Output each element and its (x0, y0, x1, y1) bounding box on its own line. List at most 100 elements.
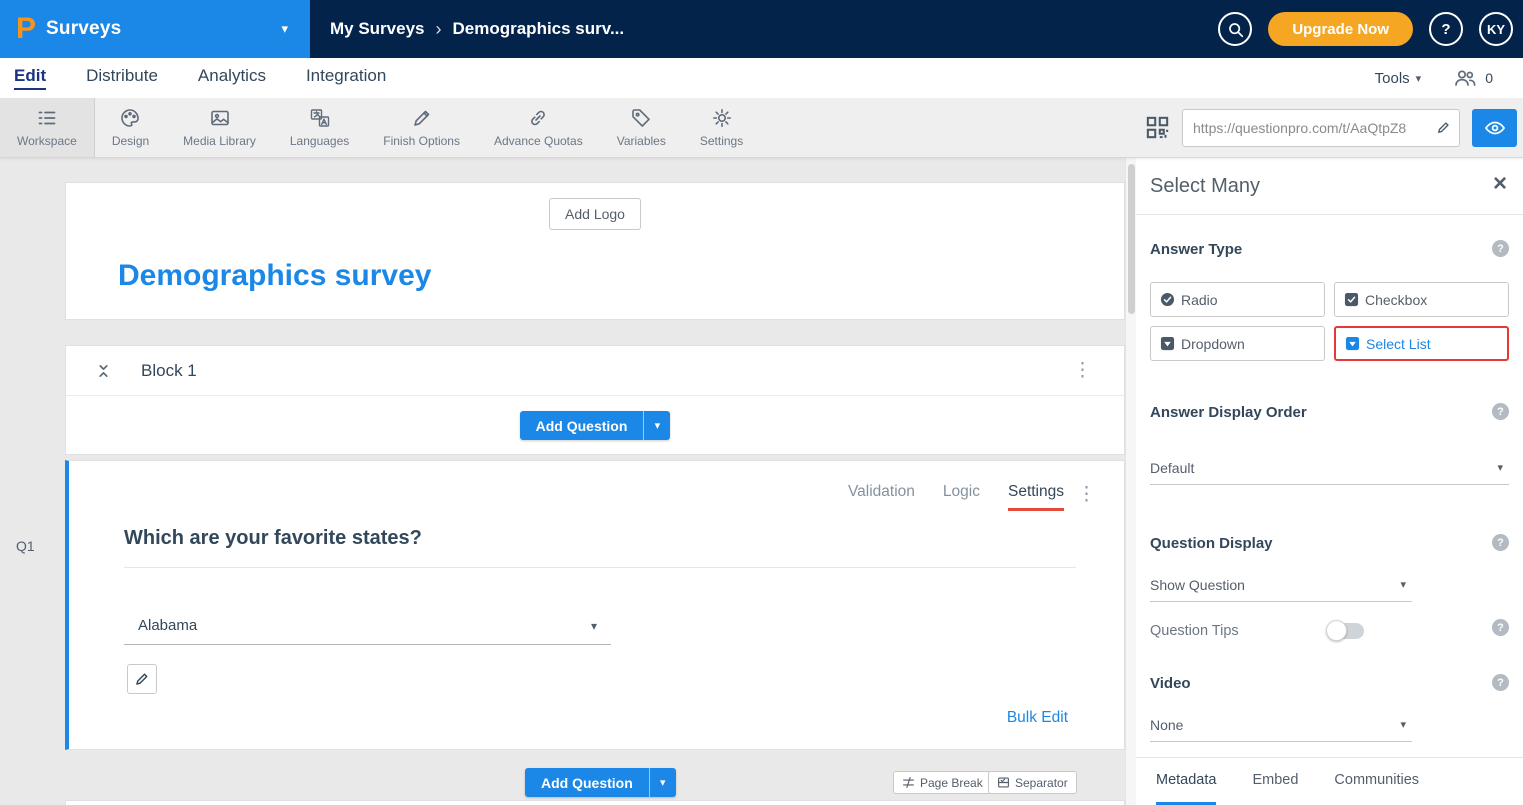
question-tips-row: Question Tips ? (1150, 620, 1509, 642)
question-tips-toggle[interactable] (1328, 623, 1364, 639)
tools-menu[interactable]: Tools ▾ (1375, 70, 1422, 87)
toolbar-item-label: Media Library (183, 134, 256, 148)
tab-integration[interactable]: Integration (306, 66, 386, 90)
add-question-split-button: Add Question ▾ (520, 411, 671, 440)
product-switcher[interactable]: P Surveys ▾ (0, 0, 310, 58)
answer-type-section: Answer Type ? Radio Checkbox (1150, 241, 1509, 361)
answer-type-radio[interactable]: Radio (1150, 282, 1325, 317)
tab-settings[interactable]: Settings (1008, 483, 1064, 511)
page-break-button[interactable]: Page Break (893, 771, 992, 794)
chevron-down-icon: ▾ (1416, 72, 1422, 85)
add-question-dropdown[interactable]: ▾ (649, 768, 676, 797)
help-icon[interactable]: ? (1492, 403, 1509, 420)
answer-select-value: Alabama (138, 617, 197, 634)
toggle-knob (1326, 620, 1347, 641)
toolbar-item-settings[interactable]: Settings (683, 98, 760, 157)
add-question-row: Add Question ▾ (66, 396, 1124, 455)
translate-icon (309, 107, 331, 129)
toolbar-item-finish-options[interactable]: Finish Options (366, 98, 477, 157)
question-text[interactable]: Which are your favorite states? (124, 527, 422, 550)
scrollbar-thumb[interactable] (1128, 164, 1135, 314)
toolbar-item-label: Advance Quotas (494, 134, 583, 148)
answer-type-options: Radio Checkbox Dropdown (1150, 282, 1509, 361)
tab-logic[interactable]: Logic (943, 483, 980, 511)
tab-validation[interactable]: Validation (848, 483, 915, 511)
survey-url-input[interactable] (1193, 120, 1430, 136)
preview-button[interactable] (1472, 109, 1517, 147)
panel-bottom-tabs: Metadata Embed Communities (1136, 757, 1523, 805)
survey-title[interactable]: Demographics survey (118, 259, 431, 293)
collapse-block-icon[interactable] (96, 363, 111, 379)
select-list-icon (1345, 336, 1360, 351)
upgrade-now-button[interactable]: Upgrade Now (1268, 12, 1413, 46)
answer-type-select-list[interactable]: Select List (1334, 326, 1509, 361)
edit-answers-button[interactable] (127, 664, 157, 694)
editor-toolbar: Workspace Design Media Library Languages… (0, 98, 1523, 158)
survey-link-box (1182, 109, 1460, 147)
search-icon (1227, 21, 1244, 38)
block-card: Block 1 ⋮ Add Question ▾ (65, 345, 1125, 455)
add-question-button[interactable]: Add Question (520, 411, 644, 440)
search-button[interactable] (1218, 12, 1252, 46)
block-menu-kebab-icon[interactable]: ⋮ (1073, 361, 1092, 380)
collaborator-count: 0 (1485, 70, 1493, 86)
answer-type-option-label: Checkbox (1365, 292, 1427, 308)
toolbar-item-media-library[interactable]: Media Library (166, 98, 273, 157)
toolbar-item-label: Finish Options (383, 134, 460, 148)
answer-type-checkbox[interactable]: Checkbox (1334, 282, 1509, 317)
top-navbar: P Surveys ▾ My Surveys › Demographics su… (0, 0, 1523, 58)
separator-label: Separator (1015, 776, 1068, 790)
help-icon[interactable]: ? (1492, 619, 1509, 636)
question-menu-kebab-icon[interactable]: ⋮ (1077, 485, 1096, 504)
toolbar-item-label: Variables (617, 134, 666, 148)
add-logo-button[interactable]: Add Logo (549, 198, 641, 230)
question-divider (124, 567, 1076, 568)
video-select[interactable]: None ▾ (1150, 708, 1412, 742)
toolbar-item-languages[interactable]: Languages (273, 98, 366, 157)
add-question-dropdown[interactable]: ▾ (643, 411, 670, 440)
help-icon[interactable]: ? (1492, 240, 1509, 257)
add-question-button[interactable]: Add Question (525, 768, 649, 797)
answer-display-order-select[interactable]: Default ▾ (1150, 451, 1509, 485)
help-icon[interactable]: ? (1492, 534, 1509, 551)
collaborators-icon (1453, 68, 1477, 88)
toolbar-item-advance-quotas[interactable]: Advance Quotas (477, 98, 600, 157)
tab-metadata[interactable]: Metadata (1156, 758, 1216, 805)
answer-type-label: Answer Type (1150, 241, 1242, 258)
toolbar-item-variables[interactable]: Variables (600, 98, 683, 157)
tab-distribute[interactable]: Distribute (86, 66, 158, 90)
edit-url-pencil-icon[interactable] (1436, 120, 1451, 135)
toolbar-item-design[interactable]: Design (95, 98, 166, 157)
question-display-section: Question Display ? Show Question ▾ Quest… (1150, 535, 1509, 642)
user-avatar[interactable]: KY (1479, 12, 1513, 46)
toolbar-item-workspace[interactable]: Workspace (0, 98, 95, 157)
answer-type-dropdown[interactable]: Dropdown (1150, 326, 1325, 361)
tools-label: Tools (1375, 70, 1410, 87)
tab-embed[interactable]: Embed (1252, 758, 1298, 805)
help-icon[interactable]: ? (1492, 674, 1509, 691)
chevron-down-icon: ▾ (1400, 578, 1406, 591)
chevron-down-icon: ▾ (1497, 461, 1503, 474)
answer-select[interactable]: Alabama ▾ (124, 607, 611, 645)
tab-communities[interactable]: Communities (1334, 758, 1419, 805)
block-title[interactable]: Block 1 (141, 361, 197, 381)
chevron-down-icon: ▾ (281, 21, 294, 37)
collaborators-button[interactable]: 0 (1453, 68, 1493, 88)
help-button[interactable]: ? (1429, 12, 1463, 46)
question-number: Q1 (16, 538, 35, 554)
tab-edit[interactable]: Edit (14, 66, 46, 90)
toolbar-item-label: Languages (290, 134, 349, 148)
question-display-value: Show Question (1150, 577, 1245, 593)
breadcrumb-parent[interactable]: My Surveys (330, 19, 425, 39)
tab-analytics[interactable]: Analytics (198, 66, 266, 90)
separator-icon (997, 776, 1010, 789)
canvas-scrollbar[interactable] (1125, 158, 1136, 805)
close-icon[interactable]: × (1493, 172, 1507, 196)
question-display-select[interactable]: Show Question ▾ (1150, 568, 1412, 602)
separator-button[interactable]: Separator (988, 771, 1077, 794)
answer-type-option-label: Select List (1366, 336, 1431, 352)
video-label: Video (1150, 675, 1191, 692)
qr-code-icon[interactable] (1145, 115, 1170, 140)
add-question-split-button: Add Question ▾ (525, 768, 676, 797)
bulk-edit-link[interactable]: Bulk Edit (1007, 709, 1068, 727)
